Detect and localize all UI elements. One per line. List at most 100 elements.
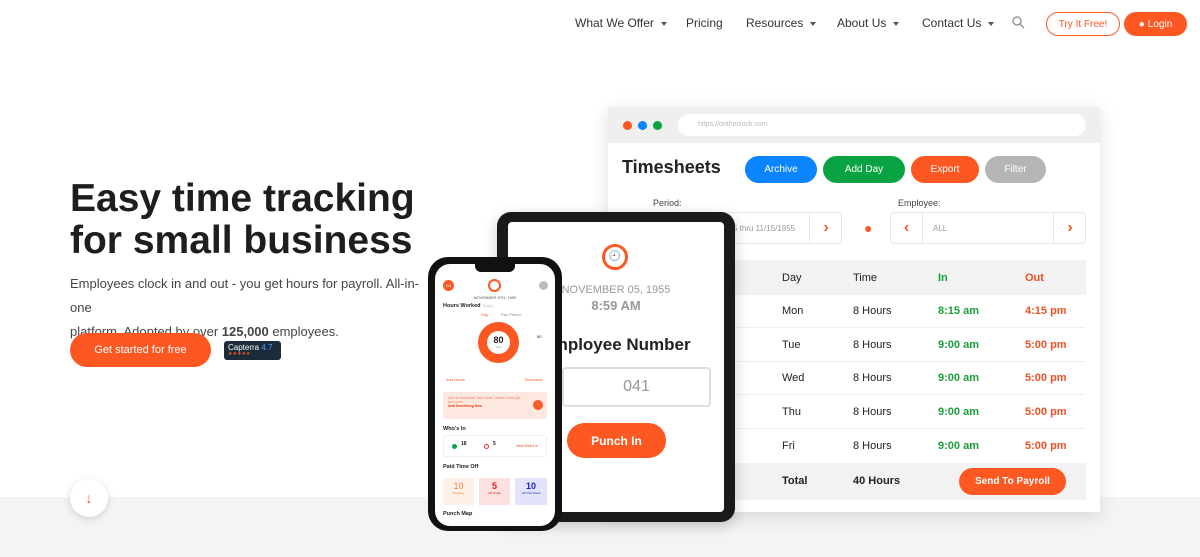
avatar[interactable]: EN (443, 280, 454, 291)
login-button[interactable]: ● Login (1124, 12, 1187, 36)
user-icon: ● (1138, 18, 1145, 30)
table-cell: 5:00 pm (1025, 440, 1067, 452)
table-header-cell: Out (1025, 272, 1044, 284)
timesheets-title: Timesheets (622, 157, 721, 177)
period-label: Period: (653, 198, 682, 208)
capterra-badge[interactable]: Capterra 4.7 ★★★★★ (224, 341, 281, 360)
hours-donut-chart: 80 Total (478, 322, 519, 363)
browser-bar: https://ontheclock.com (608, 107, 1100, 143)
nav-what-we-offer[interactable]: What We Offer (575, 16, 667, 30)
employee-selector[interactable]: ‹ ALL › (890, 212, 1086, 244)
table-cell: 9:00 am (938, 440, 979, 452)
pto-off-today-card[interactable]: 5 Off Today (479, 478, 510, 505)
clock-icon: 🕘 (602, 244, 628, 270)
pto-label: Paid Time Off (443, 464, 479, 470)
user-icon: ● (864, 220, 873, 236)
out-dot-icon (484, 444, 489, 449)
table-cell: 9:00 am (938, 406, 979, 418)
hero-title: Easy time tracking for small business (70, 177, 415, 262)
add-day-button[interactable]: Add Day (823, 156, 905, 183)
chevron-down-icon (660, 21, 667, 26)
tab-pay-period[interactable]: Pay Period (501, 312, 521, 317)
send-to-payroll-button[interactable]: Send To Payroll (959, 468, 1066, 495)
in-count: 18 (461, 441, 467, 447)
nav-about-us[interactable]: About Us (837, 16, 900, 30)
notification-icon[interactable] (539, 281, 548, 290)
dot-icon (638, 121, 647, 130)
plus-icon[interactable]: + (533, 400, 543, 410)
phone-mockup: EN NOVEMBER 5TH, 1955 Hours Worked Today… (428, 257, 562, 531)
dot-icon (653, 121, 662, 130)
login-label: Login (1147, 18, 1173, 30)
table-cell: Wed (782, 372, 805, 384)
punch-map-label: Punch Map (443, 511, 473, 517)
archive-button[interactable]: Archive (745, 156, 817, 183)
period-value: 5 thru 11/15/1955 (733, 224, 796, 233)
nav-label: What We Offer (575, 16, 654, 30)
table-cell: 5:00 pm (1025, 339, 1067, 351)
chevron-right-icon[interactable]: › (1053, 213, 1086, 243)
view-whos-in-link[interactable]: View Who's In (516, 444, 538, 448)
tab-day[interactable]: Day (481, 312, 488, 317)
whos-in-label: Who's In (443, 426, 466, 432)
try-free-button[interactable]: Try It Free! (1046, 12, 1120, 36)
employee-value: ALL (933, 224, 948, 233)
employee-label: Employee: (898, 198, 941, 208)
phone-screen: EN NOVEMBER 5TH, 1955 Hours Worked Today… (435, 264, 555, 526)
table-cell: 8 Hours (853, 440, 892, 452)
punch-in-button[interactable]: Punch In (567, 423, 666, 458)
chevron-down-icon (810, 21, 817, 26)
hours-worked-label: Hours Worked Today (443, 303, 493, 309)
scroll-down-arrow-icon[interactable]: ↓ (70, 479, 108, 517)
table-cell: Fri (782, 440, 795, 452)
table-cell: 8 Hours (853, 406, 892, 418)
table-cell: 8:15 am (938, 305, 979, 317)
table-cell: 8 Hours (853, 339, 892, 351)
table-cell: Thu (782, 406, 801, 418)
chevron-down-icon (893, 21, 900, 26)
chevron-left-icon[interactable]: ‹ (891, 213, 923, 243)
export-button[interactable]: Export (911, 156, 979, 183)
row-divider (735, 394, 1085, 395)
out-count: 5 (493, 441, 496, 447)
employee-number-input[interactable]: 041 (562, 367, 711, 407)
row-divider (735, 327, 1085, 328)
add-hours-link[interactable]: Add Hours (446, 377, 465, 382)
table-header-cell: Day (782, 272, 802, 284)
table-cell: 8 Hours (853, 372, 892, 384)
nav-label: Contact Us (922, 16, 982, 30)
in-dot-icon (452, 444, 457, 449)
table-cell: Tue (782, 339, 801, 351)
table-cell: Mon (782, 305, 804, 317)
pto-pending-card[interactable]: 10 Pending (443, 478, 474, 505)
side-value: 80 (537, 334, 542, 339)
nav-pricing[interactable]: Pricing (686, 16, 723, 30)
total-label: Total (782, 475, 808, 487)
table-cell: 9:00 am (938, 372, 979, 384)
nav-label: About Us (837, 16, 887, 30)
search-icon[interactable] (1012, 16, 1025, 29)
table-header-cell: Time (853, 272, 878, 284)
table-cell: 9:00 am (938, 339, 979, 351)
nav-label: Resources (746, 16, 804, 30)
promo-card[interactable]: Add an employee, add hours, create a new… (443, 392, 547, 419)
table-cell: 5:00 pm (1025, 406, 1067, 418)
url-bar[interactable]: https://ontheclock.com (678, 114, 1086, 136)
chevron-right-icon[interactable]: › (809, 213, 842, 243)
table-cell: 4:15 pm (1025, 305, 1067, 317)
table-cell: 5:00 pm (1025, 372, 1067, 384)
timecards-link[interactable]: Timecards (524, 377, 543, 382)
dot-icon (623, 121, 632, 130)
filter-button[interactable]: Filter (985, 156, 1046, 183)
pto-week-card[interactable]: 10 Off This Week (515, 478, 547, 505)
get-started-button[interactable]: Get started for free (70, 333, 211, 367)
total-value: 40 Hours (853, 475, 901, 487)
table-cell: 8 Hours (853, 305, 892, 317)
clock-icon (488, 279, 501, 292)
row-divider (735, 361, 1085, 362)
phone-date: NOVEMBER 5TH, 1955 (473, 295, 517, 300)
nav-resources[interactable]: Resources (746, 16, 817, 30)
nav-contact-us[interactable]: Contact Us (922, 16, 995, 30)
whos-in-card: 18 5 View Who's In (443, 435, 547, 457)
row-divider (735, 428, 1085, 429)
